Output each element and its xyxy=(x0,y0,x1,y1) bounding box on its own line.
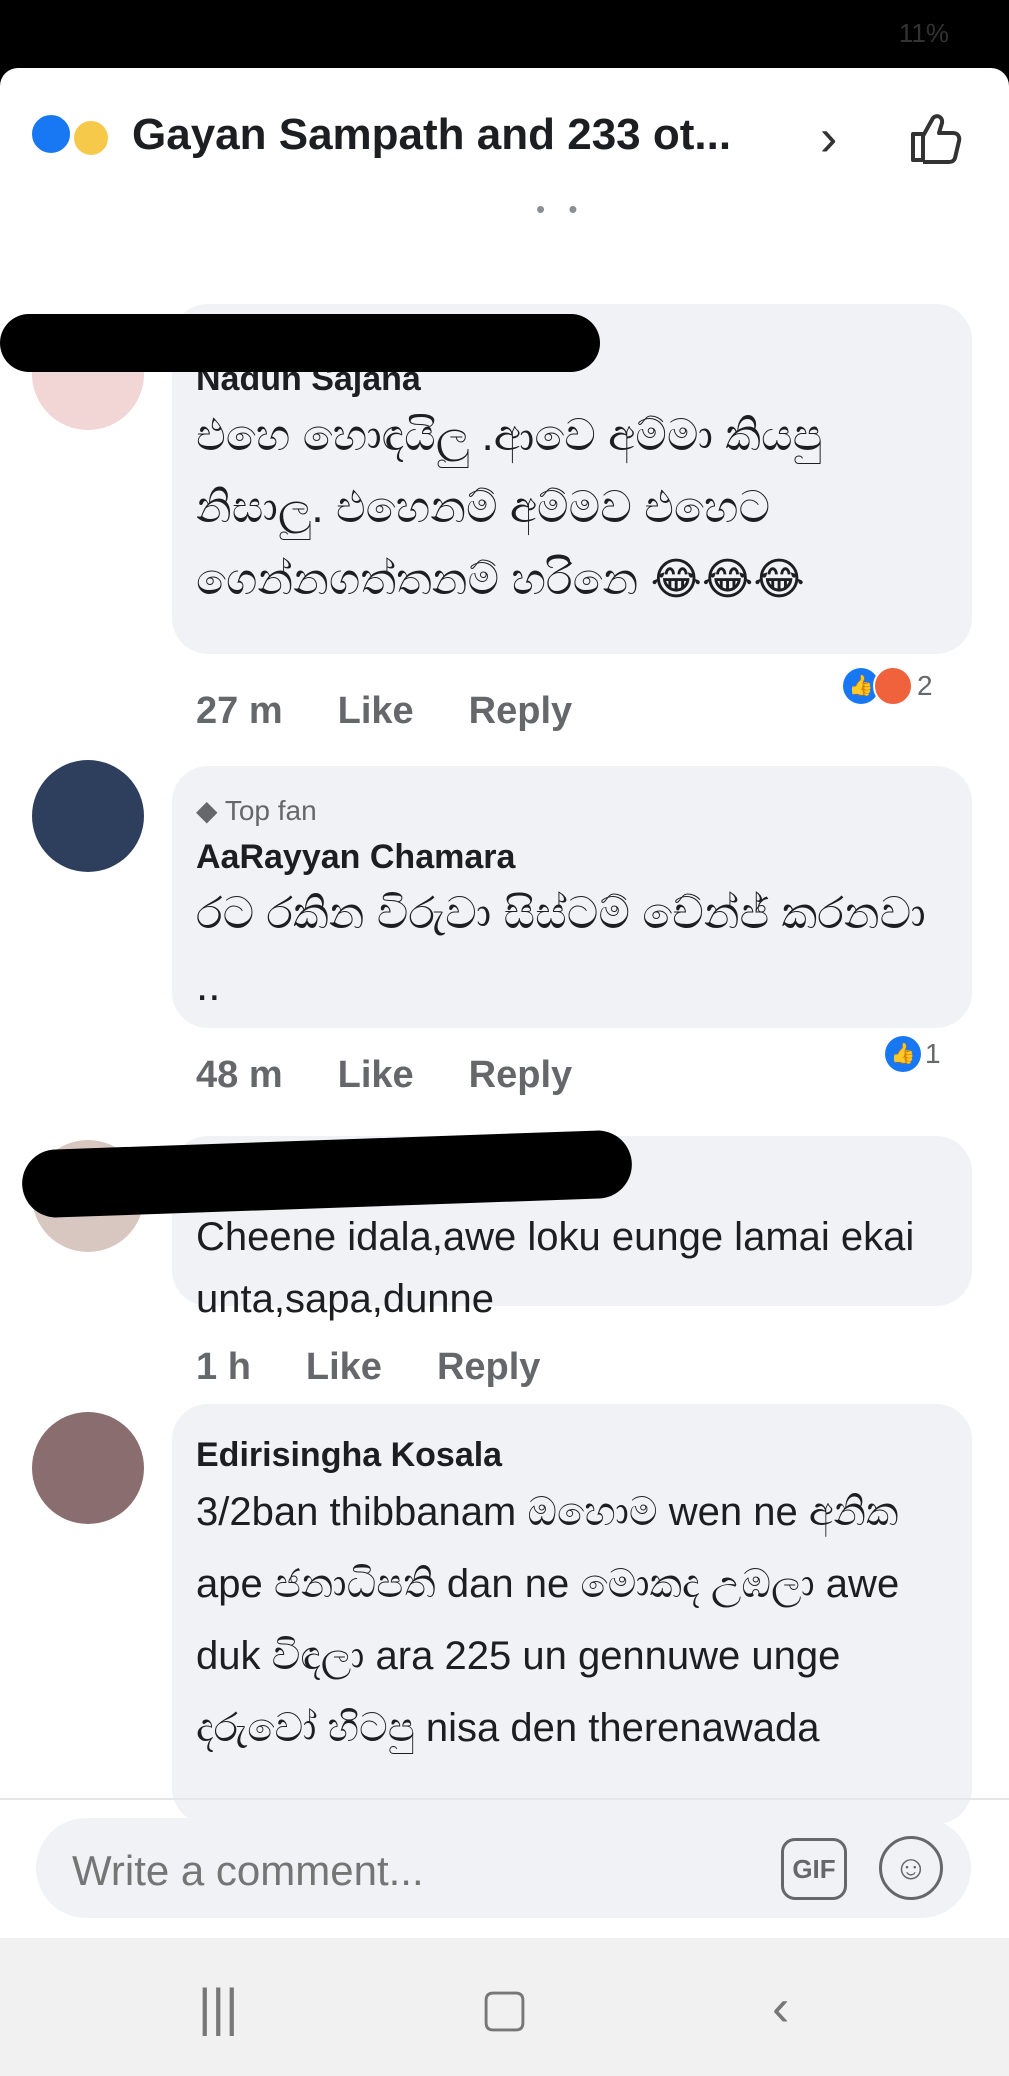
comment-reactions[interactable]: 👍 2 xyxy=(843,666,933,706)
comment: Nadun Sajana එහෙ හොඳයිලු .ආවෙ අම්මා කියප… xyxy=(0,248,1009,732)
loading-dots: • • xyxy=(536,194,586,224)
comment-author[interactable]: AaRayyan Chamara xyxy=(196,838,515,877)
reactions-header[interactable]: Gayan Sampath and 233 ot... › • • xyxy=(0,68,1009,224)
battery-level: 11% xyxy=(898,18,949,48)
comment-reactions[interactable]: 👍 1 xyxy=(885,1036,941,1072)
reactions-title[interactable]: Gayan Sampath and 233 ot... xyxy=(132,110,731,160)
comment-text: එහෙ හොඳයිලු .ආවෙ අම්මා කියපු නිසාලු. එහෙ… xyxy=(196,411,823,604)
comment-time: 48 m xyxy=(196,1054,283,1096)
like-icon: 👍 xyxy=(885,1036,921,1072)
top-fan-badge: ◆ Top fan xyxy=(196,795,317,826)
back-icon[interactable]: ‹ xyxy=(772,1978,789,2038)
system-navigation-bar: ||| ▢ ‹ xyxy=(0,1938,1009,2076)
diamond-icon: ◆ xyxy=(196,795,218,826)
avatar[interactable] xyxy=(32,1412,144,1524)
reactions-comments-sheet: Gayan Sampath and 233 ot... › • • Nadun … xyxy=(0,68,1009,2076)
comment-text: රට රකින විරුවා සිස්ටම් චේන්ජ් කරනවා .. xyxy=(196,889,926,1010)
comment-author[interactable]: Edirisingha Kosala xyxy=(196,1436,502,1475)
comment-text: Cheene idala,awe loku eunge lamai ekai u… xyxy=(196,1215,915,1321)
reply-button[interactable]: Reply xyxy=(469,1054,572,1097)
reaction-count: 2 xyxy=(917,670,933,701)
chevron-right-icon[interactable]: › xyxy=(820,108,837,168)
avatar[interactable] xyxy=(32,760,144,872)
comment: Edirisingha Kosala 3/2ban thibbanam ඔහොම… xyxy=(0,1368,1009,1824)
sad-icon xyxy=(72,119,110,157)
reaction-summary xyxy=(30,113,110,157)
angry-icon xyxy=(873,666,913,706)
comment-composer[interactable]: GIF ☺ xyxy=(36,1818,971,1918)
status-bar: 11% xyxy=(0,0,1009,68)
home-icon[interactable]: ▢ xyxy=(480,1978,529,2038)
recent-apps-icon[interactable]: ||| xyxy=(198,1978,239,2038)
composer-divider xyxy=(0,1798,1009,1800)
redaction-mark xyxy=(0,314,600,372)
like-icon xyxy=(30,113,72,155)
comment-input[interactable] xyxy=(70,1846,774,1896)
reaction-count: 1 xyxy=(925,1038,941,1069)
comment-text: 3/2ban thibbanam ඔහොම wen ne අනික ape ජන… xyxy=(196,1490,900,1750)
emoji-icon[interactable]: ☺ xyxy=(879,1836,943,1900)
gif-button[interactable]: GIF xyxy=(781,1838,847,1900)
like-button[interactable]: Like xyxy=(338,1054,414,1097)
thumbs-up-icon[interactable] xyxy=(905,108,965,168)
comment: ◆ Top fan AaRayyan Chamara රට රකින විරුව… xyxy=(0,718,1009,1118)
comment-actions: 48 m Like Reply xyxy=(196,1054,572,1097)
